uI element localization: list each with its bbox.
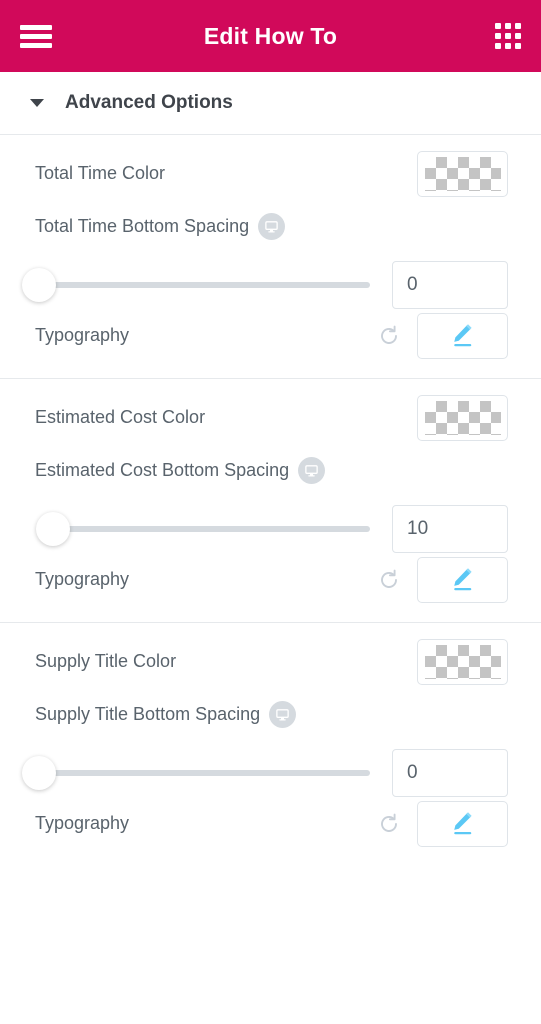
typography-edit-button[interactable] [417, 312, 508, 359]
grid-cell [515, 23, 521, 29]
grid-cell [505, 33, 511, 39]
typography-actions [377, 800, 508, 847]
control-group: Supply Title Color Supply Title Bottom S… [0, 623, 541, 866]
spacing-label-row: Total Time Bottom Spacing [0, 200, 541, 253]
spacing-label: Supply Title Bottom Spacing [35, 704, 261, 724]
spacing-number-input[interactable]: 0 [392, 261, 508, 309]
pencil-edit-icon [453, 567, 472, 590]
reset-circular-arrow-icon[interactable] [377, 324, 401, 348]
spacing-number-input[interactable]: 10 [392, 505, 508, 553]
color-label: Supply Title Color [35, 651, 177, 671]
spacing-slider[interactable] [22, 511, 370, 547]
spacing-label-row: Supply Title Bottom Spacing [0, 688, 541, 741]
slider-thumb[interactable] [22, 268, 56, 302]
hamburger-bar [20, 42, 52, 48]
control-group: Estimated Cost Color Estimated Cost Bott… [0, 379, 541, 623]
color-row: Estimated Cost Color [0, 391, 541, 444]
typography-actions [377, 556, 508, 603]
typography-row: Typography [0, 553, 541, 606]
transparency-checkerboard [424, 400, 501, 435]
reset-circular-arrow-icon[interactable] [377, 812, 401, 836]
spacing-slider-row: 0 [0, 253, 541, 309]
transparency-checkerboard [424, 644, 501, 679]
section-header-advanced-options[interactable]: Advanced Options [0, 72, 541, 135]
grid-cell [505, 23, 511, 29]
grid-cell [495, 33, 501, 39]
reset-circular-arrow-icon[interactable] [377, 568, 401, 592]
color-swatch-button[interactable] [417, 150, 508, 197]
hamburger-bar [20, 24, 52, 30]
grid-cell [515, 33, 521, 39]
control-group: Total Time Color Total Time Bottom Spaci… [0, 135, 541, 379]
editor-panel: Edit How To Advanced Options Total Time … [0, 0, 541, 1024]
typography-row: Typography [0, 309, 541, 362]
spacing-label-row: Estimated Cost Bottom Spacing [0, 444, 541, 497]
slider-track[interactable] [39, 526, 370, 532]
spacing-value: 0 [407, 762, 418, 783]
transparency-checkerboard [424, 156, 501, 191]
slider-thumb[interactable] [22, 756, 56, 790]
color-swatch-button[interactable] [417, 638, 508, 685]
spacing-slider-row: 10 [0, 497, 541, 553]
spacing-label: Estimated Cost Bottom Spacing [35, 460, 290, 480]
typography-label: Typography [35, 325, 130, 345]
spacing-value: 10 [407, 518, 429, 539]
page-title: Edit How To [203, 22, 338, 49]
color-row: Total Time Color [0, 147, 541, 200]
hamburger-menu-icon[interactable] [20, 24, 52, 48]
grid-apps-icon[interactable] [495, 23, 521, 49]
spacing-number-input[interactable]: 0 [392, 749, 508, 797]
color-row: Supply Title Color [0, 635, 541, 688]
hamburger-bar [20, 33, 52, 39]
spacing-slider-row: 0 [0, 741, 541, 797]
chevron-down-icon [30, 99, 44, 107]
spacing-label-wrap: Total Time Bottom Spacing [35, 213, 286, 240]
spacing-value: 0 [407, 274, 418, 295]
section-title: Advanced Options [65, 92, 233, 113]
grid-cell [495, 43, 501, 49]
desktop-monitor-icon[interactable] [269, 701, 297, 728]
controls-container: Total Time Color Total Time Bottom Spaci… [0, 135, 541, 866]
color-swatch-button[interactable] [417, 394, 508, 441]
slider-thumb[interactable] [35, 512, 70, 546]
desktop-monitor-icon[interactable] [298, 457, 326, 484]
spacing-slider[interactable] [22, 267, 370, 303]
spacing-label-wrap: Estimated Cost Bottom Spacing [35, 457, 326, 484]
spacing-slider[interactable] [22, 755, 370, 791]
typography-actions [377, 312, 508, 359]
pencil-edit-icon [453, 323, 472, 346]
spacing-label-wrap: Supply Title Bottom Spacing [35, 701, 297, 728]
slider-track[interactable] [39, 770, 370, 776]
pencil-edit-icon [453, 811, 472, 834]
grid-cell [495, 23, 501, 29]
spacing-label: Total Time Bottom Spacing [35, 216, 250, 236]
color-label: Total Time Color [35, 163, 166, 183]
grid-cell [515, 43, 521, 49]
top-bar: Edit How To [0, 0, 541, 72]
typography-label: Typography [35, 569, 130, 589]
typography-edit-button[interactable] [417, 800, 508, 847]
slider-track[interactable] [39, 282, 370, 288]
color-label: Estimated Cost Color [35, 407, 206, 427]
typography-label: Typography [35, 813, 130, 833]
desktop-monitor-icon[interactable] [258, 213, 286, 240]
typography-edit-button[interactable] [417, 556, 508, 603]
typography-row: Typography [0, 797, 541, 850]
grid-cell [505, 43, 511, 49]
